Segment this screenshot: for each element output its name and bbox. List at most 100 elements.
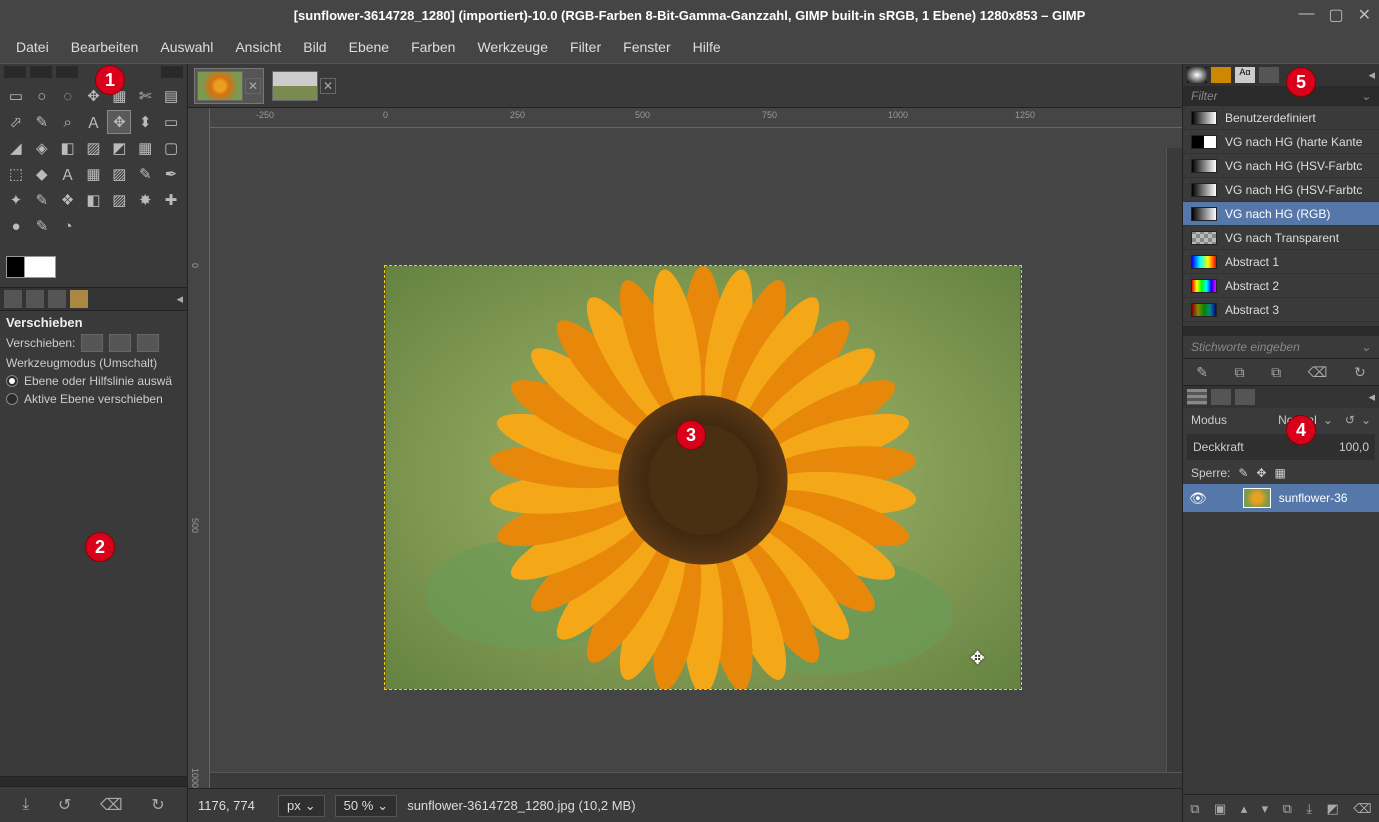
opacity-slider[interactable]: Deckkraft 100,0: [1187, 434, 1375, 460]
tab-icon[interactable]: [48, 290, 66, 308]
tool-button[interactable]: ✦: [4, 188, 28, 212]
radio-move-active[interactable]: [6, 393, 18, 405]
lock-position-icon[interactable]: ✥: [1256, 466, 1266, 480]
delete-preset-icon[interactable]: ⌫: [100, 795, 123, 815]
channels-tab-icon[interactable]: [1211, 389, 1231, 405]
tool-button[interactable]: ⬚: [4, 162, 28, 186]
image-tab-sunflower[interactable]: ✕: [194, 68, 264, 104]
tab-menu-icon[interactable]: ◂: [176, 291, 183, 307]
lower-layer-icon[interactable]: ▾: [1262, 801, 1269, 817]
layers-tab-icon[interactable]: [1187, 389, 1207, 405]
image-surface[interactable]: [384, 265, 1022, 690]
tool-button[interactable]: ▭: [4, 84, 28, 108]
tool-button[interactable]: ✄: [133, 84, 157, 108]
tool-button[interactable]: ●: [4, 214, 28, 238]
tool-button[interactable]: ✎: [133, 162, 157, 186]
tab-icon[interactable]: [26, 290, 44, 308]
tool-button[interactable]: ⬍: [133, 110, 157, 134]
dock-tab-icon[interactable]: [1211, 67, 1231, 83]
tab-icon[interactable]: [70, 290, 88, 308]
image-tab-landscape[interactable]: ✕: [270, 68, 340, 104]
vertical-scrollbar[interactable]: [1166, 148, 1182, 772]
menu-werkzeuge[interactable]: Werkzeuge: [467, 35, 558, 59]
refresh-gradient-icon[interactable]: ↻: [1354, 364, 1366, 381]
lock-pixels-icon[interactable]: ✎: [1238, 466, 1248, 480]
duplicate-layer-icon[interactable]: ⧉: [1283, 801, 1292, 817]
visibility-icon[interactable]: 👁: [1189, 490, 1207, 507]
tool-button[interactable]: ◩: [107, 136, 131, 160]
tool-button[interactable]: ❖: [56, 188, 80, 212]
color-swatch[interactable]: [0, 240, 187, 287]
menu-datei[interactable]: Datei: [6, 35, 59, 59]
dock-menu-icon[interactable]: ◂: [1368, 389, 1375, 405]
menu-ebene[interactable]: Ebene: [339, 35, 399, 59]
new-gradient-icon[interactable]: ⧉: [1235, 364, 1245, 381]
gradient-row[interactable]: VG nach HG (RGB): [1183, 202, 1379, 226]
close-icon[interactable]: ✕: [1358, 5, 1371, 25]
move-path-icon[interactable]: [137, 334, 159, 352]
edit-gradient-icon[interactable]: ✎: [1196, 364, 1208, 381]
close-tab-icon[interactable]: ✕: [320, 78, 336, 94]
mask-icon[interactable]: ◩: [1327, 801, 1339, 817]
lock-alpha-icon[interactable]: ▦: [1274, 466, 1285, 480]
tool-button[interactable]: ▢: [159, 136, 183, 160]
gradient-row[interactable]: VG nach HG (HSV-Farbtc: [1183, 178, 1379, 202]
tool-button[interactable]: ⌕: [56, 110, 80, 134]
reset-icon[interactable]: ↻: [151, 795, 164, 815]
tool-button[interactable]: ▦: [82, 162, 106, 186]
dock-tab-icon[interactable]: [1187, 67, 1207, 83]
menu-bearbeiten[interactable]: Bearbeiten: [61, 35, 149, 59]
zoom-select[interactable]: 50 % ⌄: [335, 795, 398, 817]
delete-layer-icon[interactable]: ⌫: [1353, 801, 1371, 817]
tool-button[interactable]: ◔: [56, 214, 80, 238]
gradient-row[interactable]: Abstract 2: [1183, 274, 1379, 298]
maximize-icon[interactable]: ▢: [1328, 5, 1343, 25]
raise-layer-icon[interactable]: ▴: [1241, 801, 1248, 817]
bg-color-swatch[interactable]: [24, 256, 56, 278]
tag-input[interactable]: Stichworte eingeben ⌄: [1183, 336, 1379, 358]
tool-button[interactable]: ◧: [82, 188, 106, 212]
tool-button[interactable]: ◧: [56, 136, 80, 160]
move-layer-icon[interactable]: [81, 334, 103, 352]
gradient-row[interactable]: VG nach HG (HSV-Farbtc: [1183, 154, 1379, 178]
tool-button[interactable]: ▭: [159, 110, 183, 134]
new-layer-icon[interactable]: ⧉: [1190, 801, 1199, 817]
menu-hilfe[interactable]: Hilfe: [683, 35, 731, 59]
tool-button[interactable]: ▤: [159, 84, 183, 108]
tool-button[interactable]: ✎: [30, 188, 54, 212]
close-tab-icon[interactable]: ✕: [245, 78, 261, 94]
tool-button[interactable]: ◌: [56, 84, 80, 108]
menu-ansicht[interactable]: Ansicht: [225, 35, 291, 59]
tool-button[interactable]: ◢: [4, 136, 28, 160]
chevron-down-icon[interactable]: ⌄: [1361, 413, 1371, 427]
tool-button[interactable]: ✥: [107, 110, 131, 134]
tool-button[interactable]: ✎: [30, 214, 54, 238]
menu-fenster[interactable]: Fenster: [613, 35, 680, 59]
radio-pick-layer[interactable]: [6, 375, 18, 387]
tool-button[interactable]: ✒: [159, 162, 183, 186]
tool-button[interactable]: ⬀: [4, 110, 28, 134]
tool-button[interactable]: ○: [30, 84, 54, 108]
layer-row[interactable]: 👁 sunflower-36: [1183, 484, 1379, 512]
menu-bild[interactable]: Bild: [293, 35, 336, 59]
chevron-down-icon[interactable]: ⌄: [1323, 413, 1333, 427]
gradient-row[interactable]: Abstract 1: [1183, 250, 1379, 274]
menu-auswahl[interactable]: Auswahl: [150, 35, 223, 59]
gradient-row[interactable]: VG nach HG (harte Kante: [1183, 130, 1379, 154]
horizontal-scrollbar[interactable]: [210, 772, 1182, 788]
tool-button[interactable]: ✚: [159, 188, 183, 212]
duplicate-gradient-icon[interactable]: ⧉: [1271, 364, 1281, 381]
gradient-scrollbar[interactable]: [1183, 326, 1379, 336]
dock-tab-icon[interactable]: Aα: [1235, 67, 1255, 83]
delete-gradient-icon[interactable]: ⌫: [1308, 364, 1328, 381]
new-group-icon[interactable]: ▣: [1214, 801, 1226, 817]
tool-button[interactable]: Ａ: [56, 162, 80, 186]
tool-button[interactable]: ▨: [82, 136, 106, 160]
tool-button[interactable]: ◆: [30, 162, 54, 186]
gradient-row[interactable]: Abstract 3: [1183, 298, 1379, 322]
dock-menu-icon[interactable]: ◂: [1368, 67, 1375, 83]
menu-farben[interactable]: Farben: [401, 35, 465, 59]
tool-button[interactable]: ◈: [30, 136, 54, 160]
minimize-icon[interactable]: —: [1298, 5, 1314, 25]
move-selection-icon[interactable]: [109, 334, 131, 352]
